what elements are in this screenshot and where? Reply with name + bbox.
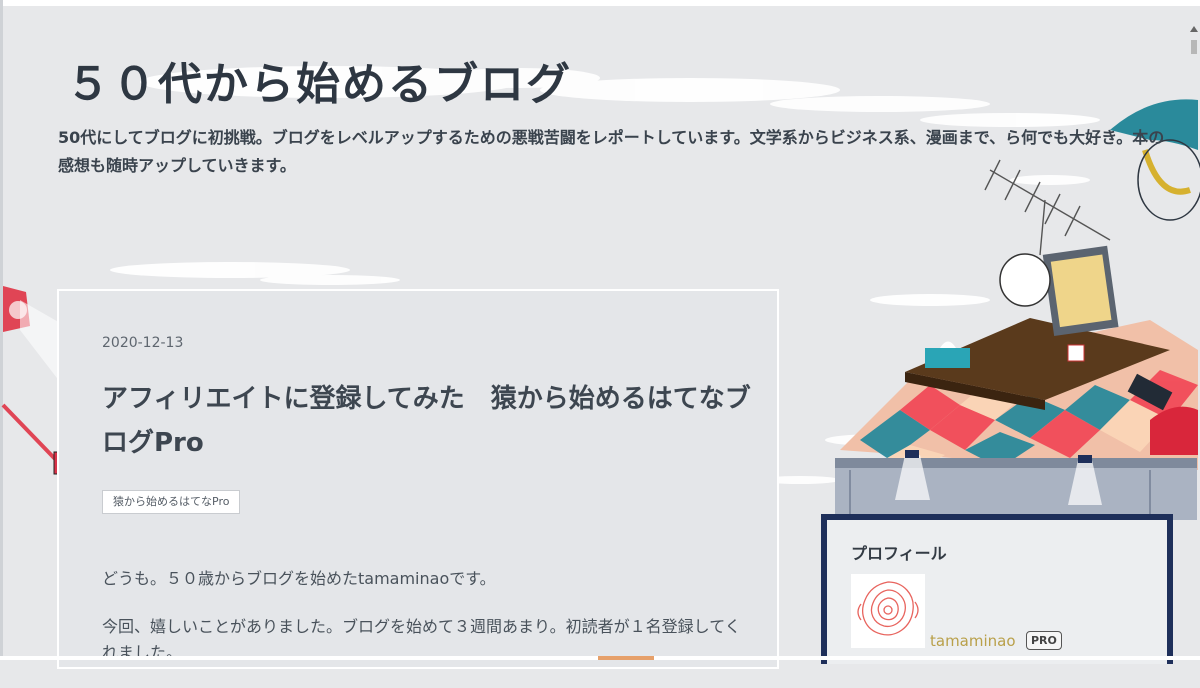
- window-left-edge: [0, 0, 3, 660]
- avatar-illustration-icon: [857, 581, 919, 636]
- profile-module: プロフィール tamaminao PRO: [821, 514, 1173, 664]
- scrollbar-thumb[interactable]: [1191, 40, 1197, 54]
- profile-username-link[interactable]: tamaminao: [930, 632, 1016, 650]
- post-date[interactable]: 2020-12-13: [102, 335, 183, 351]
- site-description: 50代にしてブログに初挑戦。ブログをレベルアップするための悪戦苦闘をレポートして…: [58, 128, 1165, 175]
- window-top-edge: [0, 0, 1200, 6]
- profile-heading: プロフィール: [851, 544, 947, 563]
- avatar[interactable]: [851, 574, 925, 648]
- site-title[interactable]: ５０代から始めるブログ: [66, 48, 572, 112]
- post-paragraph: どうも。５０歳からブログを始めたtamaminaoです。: [102, 569, 496, 588]
- scroll-up-arrow-icon[interactable]: [1190, 26, 1198, 32]
- kotatsu-illustration: [835, 245, 1198, 520]
- post-title[interactable]: アフィリエイトに登録してみた 猿から始めるはてなブログPro: [102, 377, 752, 465]
- bottom-accent-bar: [598, 656, 654, 660]
- post-category-tag[interactable]: 猿から始めるはてなPro: [102, 490, 241, 514]
- pro-badge: PRO: [1026, 631, 1062, 650]
- post-body: どうも。５０歳からブログを始めたtamaminaoです。 今回、嬉しいことがあり…: [102, 566, 752, 688]
- article-card: 2020-12-13 アフィリエイトに登録してみた 猿から始めるはてなブログPr…: [57, 289, 779, 669]
- page-scrollbar[interactable]: [1188, 22, 1200, 658]
